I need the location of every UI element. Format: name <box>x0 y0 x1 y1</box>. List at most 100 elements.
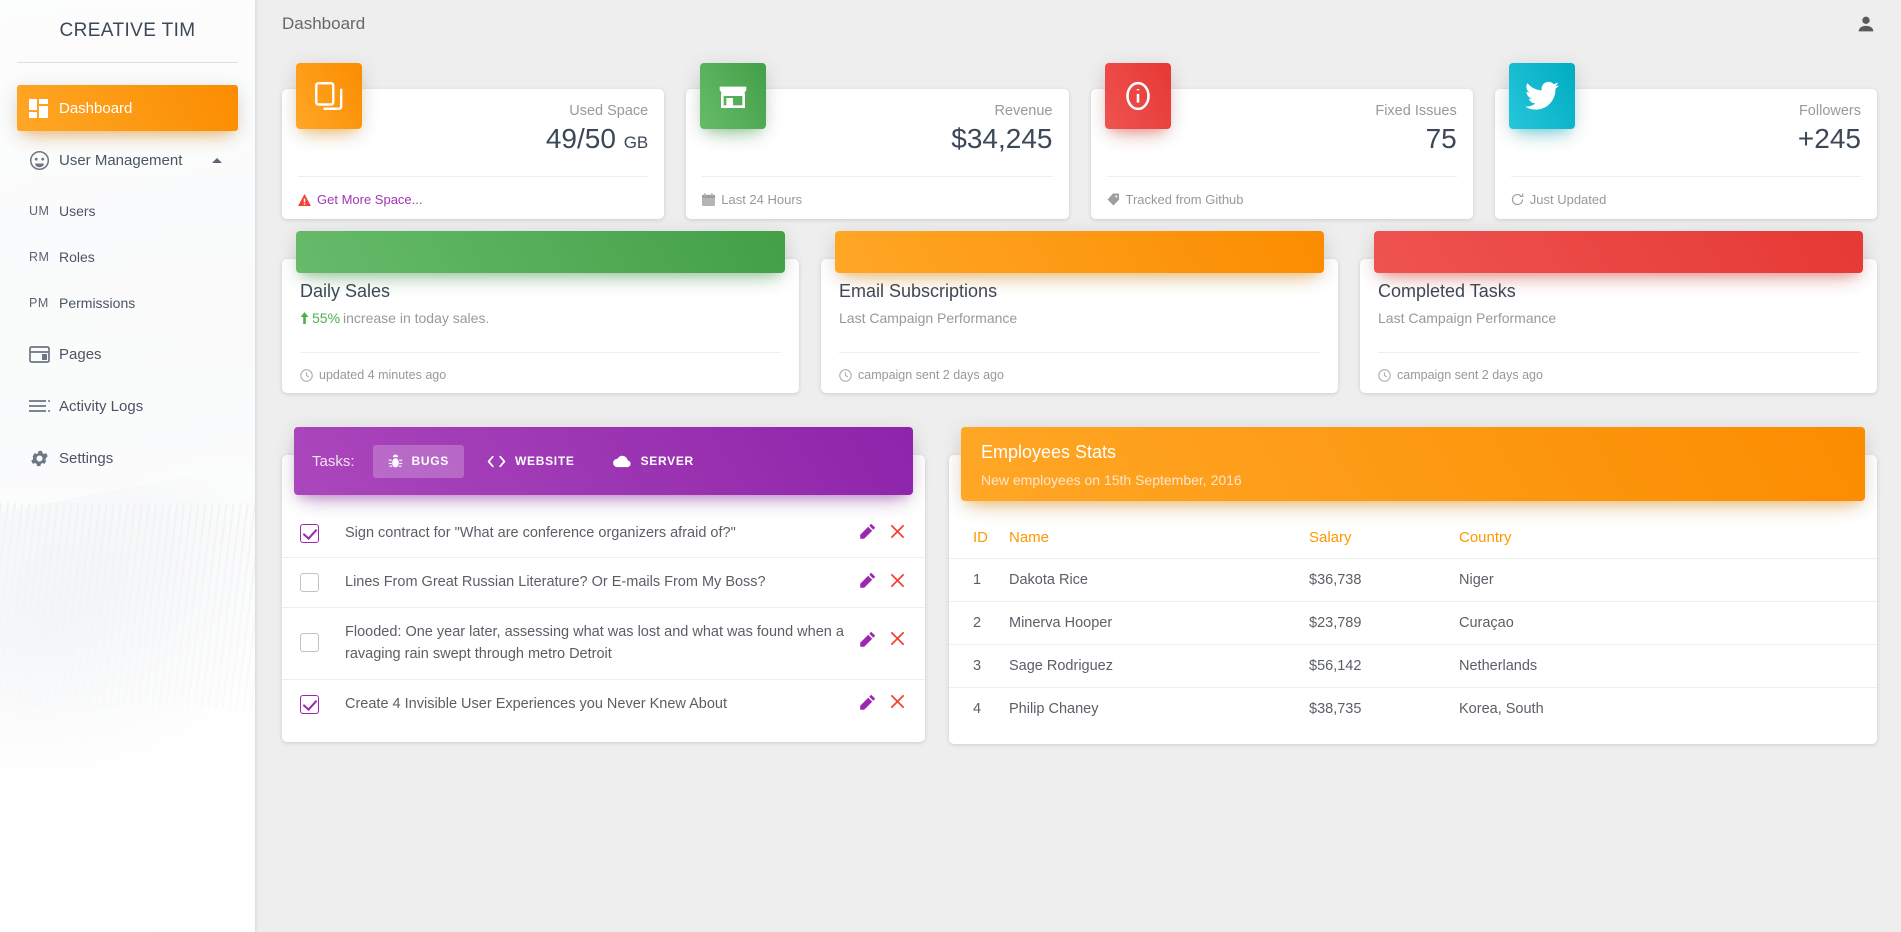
stat-footer-text: Tracked from Github <box>1126 192 1244 207</box>
stat-footer: Tracked from Github <box>1107 192 1244 207</box>
task-text: Sign contract for "What are conference o… <box>319 522 860 544</box>
close-icon[interactable] <box>890 573 905 588</box>
tab-label: BUGS <box>412 454 449 468</box>
chart-subtitle-text: increase in today sales. <box>343 310 489 326</box>
table-header-row: ID Name Salary Country <box>949 519 1877 559</box>
pencil-icon[interactable] <box>860 572 876 588</box>
pencil-icon[interactable] <box>860 631 876 647</box>
task-row: Create 4 Invisible User Experiences you … <box>282 680 925 728</box>
column-header-salary: Salary <box>1309 519 1459 559</box>
cell-salary: $36,738 <box>1309 559 1459 602</box>
list-icon <box>29 399 59 413</box>
user-circle-icon <box>29 150 59 171</box>
cell-salary: $23,789 <box>1309 602 1459 645</box>
divider <box>300 352 781 353</box>
chart-card-daily-sales: Daily Sales 55% increase in today sales. <box>282 259 799 393</box>
sidebar-subitem-code: PM <box>29 296 59 310</box>
bug-icon <box>388 454 403 469</box>
close-icon[interactable] <box>890 631 905 646</box>
cell-salary: $56,142 <box>1309 645 1459 688</box>
stat-number: 49/50 <box>546 123 616 154</box>
info-icon <box>1105 63 1171 129</box>
stat-footer-text: Last 24 Hours <box>721 192 802 207</box>
table-row[interactable]: 1 Dakota Rice $36,738 Niger <box>949 559 1877 602</box>
sidebar-item-permissions[interactable]: PM Permissions <box>17 281 238 325</box>
tab-server[interactable]: SERVER <box>598 445 709 477</box>
cell-name: Minerva Hooper <box>1009 602 1309 645</box>
table-row[interactable]: 4 Philip Chaney $38,735 Korea, South <box>949 688 1877 731</box>
tab-bugs[interactable]: BUGS <box>373 445 464 478</box>
sidebar-item-activity-logs[interactable]: Activity Logs <box>17 383 238 429</box>
copy-icon <box>296 63 362 129</box>
sidebar-item-label: Roles <box>59 249 95 265</box>
task-actions <box>860 571 905 588</box>
employees-header: Employees Stats New employees on 15th Se… <box>961 427 1865 501</box>
employees-card: Employees Stats New employees on 15th Se… <box>949 455 1877 744</box>
stat-number: +245 <box>1798 123 1861 154</box>
content: Used Space 49/50 GB Get More Space... <box>255 47 1901 768</box>
sidebar-item-pages[interactable]: Pages <box>17 331 238 377</box>
chart-trend-value: 55% <box>312 310 340 326</box>
sidebar-item-label: Settings <box>59 450 226 467</box>
sidebar-item-label: Users <box>59 203 96 219</box>
cell-id: 1 <box>949 559 1009 602</box>
stat-card-followers: Followers +245 Just Updated <box>1495 89 1877 219</box>
tab-website[interactable]: WEBSITE <box>472 445 590 477</box>
table-row[interactable]: 3 Sage Rodriguez $56,142 Netherlands <box>949 645 1877 688</box>
clock-icon <box>1378 369 1391 382</box>
cell-salary: $38,735 <box>1309 688 1459 731</box>
column-header-id: ID <box>949 519 1009 559</box>
task-checkbox[interactable] <box>300 573 319 592</box>
twitter-icon <box>1509 63 1575 129</box>
tasks-header: Tasks: BUGS WEBSITE <box>294 427 913 495</box>
sidebar-item-roles[interactable]: RM Roles <box>17 235 238 279</box>
sidebar-subitem-code: RM <box>29 250 59 264</box>
tab-label: WEBSITE <box>515 454 575 468</box>
tab-label: SERVER <box>641 454 694 468</box>
sidebar: CREATIVE TIM Dashboard User Management <box>0 0 255 932</box>
sidebar-item-users[interactable]: UM Users <box>17 189 238 233</box>
pencil-icon[interactable] <box>860 694 876 710</box>
page-title: Dashboard <box>282 14 1855 34</box>
cell-id: 4 <box>949 688 1009 731</box>
cell-country: Korea, South <box>1459 688 1877 731</box>
divider <box>298 176 648 177</box>
person-icon[interactable] <box>1855 13 1877 35</box>
sidebar-item-user-management[interactable]: User Management <box>17 137 238 183</box>
code-icon <box>487 455 506 468</box>
task-actions <box>860 522 905 539</box>
main-area: Dashboard Used Space 49/50 GB <box>255 0 1901 932</box>
stat-number: 75 <box>1426 123 1457 154</box>
chart-footer: updated 4 minutes ago <box>300 368 446 382</box>
arrow-up-icon <box>300 312 309 324</box>
brand-logo[interactable]: CREATIVE TIM <box>0 0 255 62</box>
close-icon[interactable] <box>890 694 905 709</box>
chart-subtitle: Last Campaign Performance <box>1378 310 1859 326</box>
task-row: Sign contract for "What are conference o… <box>282 509 925 558</box>
task-checkbox[interactable] <box>300 633 319 652</box>
get-more-space-link[interactable]: Get More Space... <box>317 192 423 207</box>
sidebar-item-dashboard[interactable]: Dashboard <box>17 85 238 131</box>
cloud-icon <box>613 455 632 468</box>
pencil-icon[interactable] <box>860 523 876 539</box>
cell-name: Sage Rodriguez <box>1009 645 1309 688</box>
table-row[interactable]: 2 Minerva Hooper $23,789 Curaçao <box>949 602 1877 645</box>
tasks-label: Tasks: <box>312 453 355 470</box>
task-checkbox[interactable] <box>300 695 319 714</box>
chart-subtitle: Last Campaign Performance <box>839 310 1320 326</box>
chart-subtitle: 55% increase in today sales. <box>300 310 781 326</box>
divider <box>1107 176 1457 177</box>
sidebar-item-settings[interactable]: Settings <box>17 435 238 481</box>
cell-country: Niger <box>1459 559 1877 602</box>
task-row: Lines From Great Russian Literature? Or … <box>282 558 925 607</box>
stat-card-used-space: Used Space 49/50 GB Get More Space... <box>282 89 664 219</box>
task-checkbox[interactable] <box>300 524 319 543</box>
cell-country: Curaçao <box>1459 602 1877 645</box>
divider <box>702 176 1052 177</box>
task-text: Flooded: One year later, assessing what … <box>319 621 860 666</box>
stat-card-revenue: Revenue $34,245 Last 24 Hours <box>686 89 1068 219</box>
cell-country: Netherlands <box>1459 645 1877 688</box>
chart-footer: campaign sent 2 days ago <box>1378 368 1543 382</box>
close-icon[interactable] <box>890 524 905 539</box>
sidebar-item-label: Pages <box>59 346 226 363</box>
